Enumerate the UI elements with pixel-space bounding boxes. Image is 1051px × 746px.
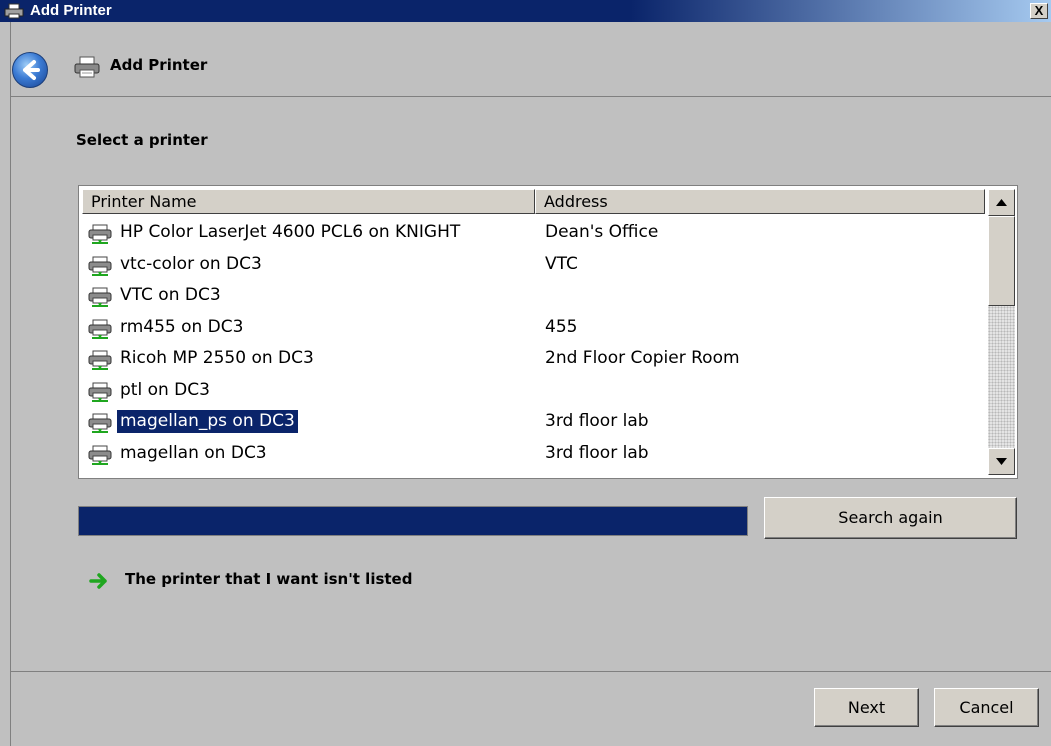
scroll-down-button[interactable] bbox=[988, 448, 1015, 475]
printer-row[interactable]: ptl on DC3 bbox=[82, 375, 985, 407]
printer-name: vtc-color on DC3 bbox=[120, 253, 262, 274]
printer-row[interactable]: vtc-color on DC3 VTC bbox=[82, 249, 985, 281]
window-title: Add Printer bbox=[30, 2, 112, 19]
green-arrow-icon bbox=[89, 572, 111, 594]
network-printer-icon bbox=[88, 256, 112, 280]
network-printer-icon bbox=[88, 382, 112, 406]
network-printer-icon bbox=[88, 224, 112, 248]
cancel-button[interactable]: Cancel bbox=[934, 688, 1039, 727]
section-title: Select a printer bbox=[76, 131, 208, 149]
printer-rows: HP Color LaserJet 4600 PCL6 on KNIGHT Dea… bbox=[82, 217, 985, 469]
wizard-header: Add Printer bbox=[11, 22, 1051, 96]
printer-list[interactable]: Printer Name Address HP Color LaserJet 4… bbox=[78, 185, 1018, 479]
printer-address: 3rd floor lab bbox=[545, 411, 649, 431]
vertical-scrollbar[interactable] bbox=[988, 189, 1015, 475]
next-button[interactable]: Next bbox=[814, 688, 919, 727]
window-frame bbox=[10, 22, 11, 746]
printer-row[interactable]: rm455 on DC3 455 bbox=[82, 312, 985, 344]
printer-name: VTC on DC3 bbox=[120, 285, 221, 305]
not-listed-label[interactable]: The printer that I want isn't listed bbox=[125, 570, 412, 588]
column-header-printer-name[interactable]: Printer Name bbox=[82, 189, 535, 214]
scroll-up-button[interactable] bbox=[988, 189, 1015, 216]
printer-name: ptl on DC3 bbox=[120, 379, 210, 400]
progress-fill bbox=[79, 507, 747, 535]
column-header-address[interactable]: Address bbox=[535, 189, 985, 214]
search-again-button[interactable]: Search again bbox=[764, 497, 1017, 539]
printer-address: VTC bbox=[545, 253, 578, 274]
back-button[interactable] bbox=[12, 52, 48, 88]
divider bbox=[11, 96, 1051, 97]
printer-name: rm455 on DC3 bbox=[120, 316, 244, 337]
back-arrow-icon bbox=[23, 60, 40, 80]
network-printer-icon bbox=[88, 319, 112, 343]
close-icon: X bbox=[1034, 3, 1044, 18]
printer-row[interactable]: Ricoh MP 2550 on DC3 2nd Floor Copier Roo… bbox=[82, 343, 985, 375]
wizard-title: Add Printer bbox=[110, 56, 208, 74]
printer-row[interactable]: magellan on DC3 3rd floor lab bbox=[82, 438, 985, 470]
network-printer-icon bbox=[88, 350, 112, 374]
printer-address: 455 bbox=[545, 316, 578, 337]
printer-row[interactable]: HP Color LaserJet 4600 PCL6 on KNIGHT Dea… bbox=[82, 217, 985, 249]
printer-name: Ricoh MP 2550 on DC3 bbox=[120, 348, 314, 368]
network-printer-icon bbox=[88, 445, 112, 469]
divider bbox=[11, 671, 1051, 672]
scroll-thumb[interactable] bbox=[988, 216, 1015, 306]
arrow-up-icon bbox=[996, 199, 1007, 206]
printer-name: HP Color LaserJet 4600 PCL6 on KNIGHT bbox=[120, 222, 461, 242]
title-bar: Add Printer X bbox=[0, 0, 1051, 22]
printer-address: 2nd Floor Copier Room bbox=[545, 348, 740, 368]
printer-name: magellan on DC3 bbox=[120, 442, 267, 463]
printer-row[interactable]: VTC on DC3 bbox=[82, 280, 985, 312]
printer-icon bbox=[74, 56, 100, 82]
arrow-down-icon bbox=[996, 458, 1007, 465]
network-printer-icon bbox=[88, 413, 112, 437]
network-printer-icon bbox=[88, 287, 112, 311]
search-progress-bar bbox=[78, 506, 748, 536]
printer-address: 3rd floor lab bbox=[545, 442, 649, 463]
printer-address: Dean's Office bbox=[545, 222, 659, 242]
printer-name: magellan_ps on DC3 bbox=[117, 410, 298, 433]
printer-icon bbox=[4, 3, 26, 23]
printer-row[interactable]: magellan_ps on DC3 3rd floor lab bbox=[82, 406, 985, 438]
close-button[interactable]: X bbox=[1030, 3, 1048, 19]
